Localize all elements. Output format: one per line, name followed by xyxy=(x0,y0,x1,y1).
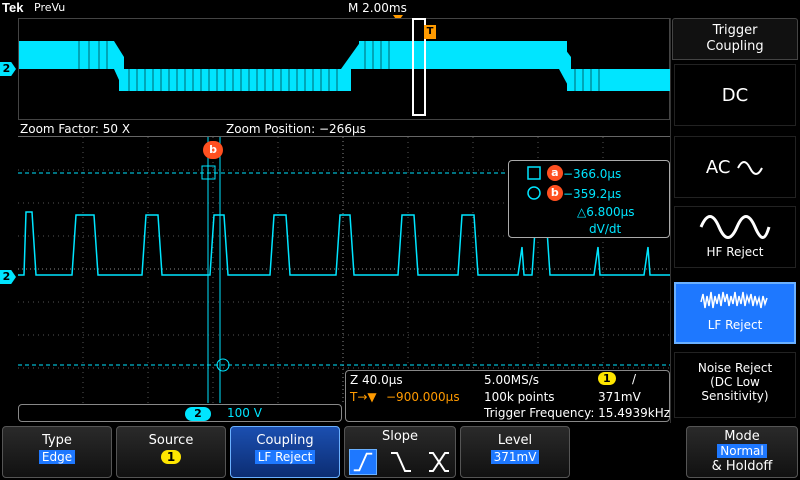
brand-logo: Tek xyxy=(2,0,24,15)
side-menu-title-line1: Trigger xyxy=(712,23,758,38)
trigger-marker: T xyxy=(424,25,436,39)
cursor-a-badge: a xyxy=(546,165,563,181)
acquisition-readout: Z 40.0µs 5.00MS/s 1 / T→▼ −900.000µs 100… xyxy=(345,370,670,422)
noise-reject-line3: Sensitivity) xyxy=(701,389,769,403)
trigger-source-button[interactable]: Source 1 xyxy=(116,426,226,478)
either-edge-icon[interactable] xyxy=(425,449,453,475)
record-length: 100k points xyxy=(484,390,555,404)
zoom-factor: Zoom Factor: 50 X xyxy=(20,122,131,136)
trigger-mode-label: Mode xyxy=(724,429,760,444)
side-menu-title-line2: Coupling xyxy=(706,39,764,54)
zoom-info-bar: Zoom Factor: 50 X Zoom Position: −266µs xyxy=(18,121,670,137)
noise-reject-line1: Noise Reject xyxy=(697,361,773,375)
falling-edge-icon[interactable] xyxy=(387,449,415,475)
cursor-b-row: b xyxy=(527,185,563,201)
channel-2-offset-marker-overview[interactable]: 2 xyxy=(0,62,16,76)
coupling-ac-row: AC xyxy=(675,157,795,178)
trigger-source-label: Source xyxy=(148,433,194,448)
acquisition-status: PreVu xyxy=(34,1,66,14)
coupling-hf-reject-button[interactable]: HF Reject xyxy=(674,206,796,268)
zoom-timebase: Z 40.0µs xyxy=(350,373,403,387)
sample-rate: 5.00MS/s xyxy=(484,373,539,387)
lf-reject-wave-icon xyxy=(700,291,768,309)
cursor-b-badge: b xyxy=(546,185,563,201)
overview-trace xyxy=(19,41,671,91)
coupling-dc-label: DC xyxy=(721,85,749,106)
cursor-delta-value: △6.800µs xyxy=(577,205,635,219)
coupling-ac-button[interactable]: AC xyxy=(674,136,796,198)
cursor-slope-unit: dV/dt xyxy=(589,222,622,236)
trigger-type-value: Edge xyxy=(38,450,76,464)
channel-readout[interactable]: 2 100 V xyxy=(18,404,342,422)
coupling-noise-reject-button[interactable]: Noise Reject (DC Low Sensitivity) xyxy=(674,352,796,418)
trigger-coupling-label: Coupling xyxy=(256,433,314,448)
trigger-holdoff-label: & Holdoff xyxy=(711,459,773,474)
slope-options xyxy=(349,449,453,475)
coupling-ac-label: AC xyxy=(705,157,731,178)
channel-2-scale: 100 V xyxy=(227,406,262,420)
trigger-level-label: Level xyxy=(497,433,533,448)
trigger-slope-glyph: / xyxy=(632,372,637,386)
trigger-mode-value: Normal xyxy=(717,444,767,458)
side-menu-title: Trigger Coupling xyxy=(672,18,798,60)
trigger-position-prefix: T→▼ xyxy=(350,390,377,404)
cursor-a-value: −366.0µs xyxy=(563,167,622,181)
cursor-b-value: −359.2µs xyxy=(563,187,622,201)
channel-2-offset-marker[interactable]: 2 xyxy=(0,270,16,284)
trigger-level-value: 371mV xyxy=(490,450,540,464)
coupling-dc-button[interactable]: DC xyxy=(674,64,796,126)
noise-reject-line2: (DC Low xyxy=(710,375,760,389)
hf-reject-wave-icon xyxy=(699,215,771,239)
timebase-readout: M 2.00ms xyxy=(348,1,407,15)
trigger-level-readout: 371mV xyxy=(598,390,641,404)
trigger-frequency: Trigger Frequency: 15.4939kHz xyxy=(484,406,671,420)
cursor-readout-box[interactable]: a −366.0µs b −359.2µs △6.800µs dV/dt xyxy=(508,160,670,238)
sine-wave-icon xyxy=(737,161,764,175)
rising-edge-icon[interactable] xyxy=(349,449,377,475)
lf-reject-label: LF Reject xyxy=(707,318,763,332)
cursor-a-row: a xyxy=(527,165,563,181)
trigger-mode-button[interactable]: Mode Normal & Holdoff xyxy=(686,426,798,478)
trigger-type-button[interactable]: Type Edge xyxy=(2,426,112,478)
status-bar: Tek PreVu M 2.00ms xyxy=(0,0,670,16)
hf-reject-label: HF Reject xyxy=(706,245,764,259)
trigger-level-button[interactable]: Level 371mV xyxy=(460,426,570,478)
trigger-position-value: −900.000µs xyxy=(386,390,460,404)
trigger-source-badge: 1 xyxy=(598,372,616,385)
trigger-slope-label: Slope xyxy=(381,429,419,444)
circle-cursor-icon xyxy=(527,186,541,200)
square-cursor-icon xyxy=(527,166,541,180)
overview-waveform-area xyxy=(18,18,671,120)
trigger-type-label: Type xyxy=(42,433,72,448)
zoom-position: Zoom Position: −266µs xyxy=(226,122,366,136)
cursor-b-marker[interactable]: b xyxy=(203,141,223,159)
trigger-coupling-button[interactable]: Coupling LF Reject xyxy=(230,426,340,478)
coupling-lf-reject-button[interactable]: LF Reject xyxy=(674,282,796,344)
trigger-slope-button[interactable]: Slope xyxy=(344,426,456,478)
trigger-coupling-value: LF Reject xyxy=(254,450,316,464)
trigger-source-value: 1 xyxy=(160,450,182,464)
channel-2-badge: 2 xyxy=(185,407,211,421)
